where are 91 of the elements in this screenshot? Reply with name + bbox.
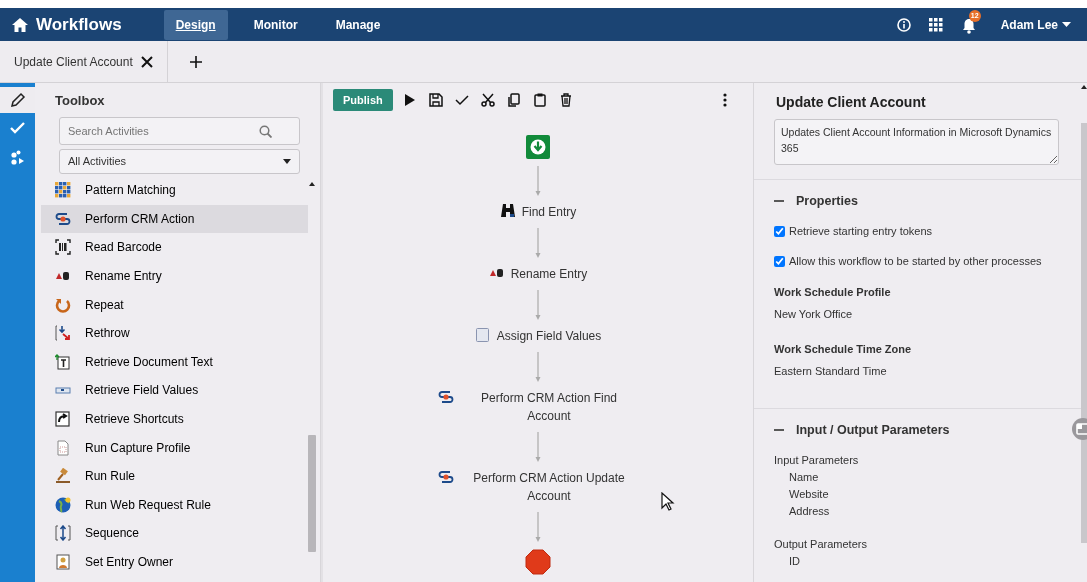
connector-arrow xyxy=(535,432,541,462)
activity-item[interactable]: Rethrow xyxy=(41,318,308,348)
activity-item[interactable]: Run Web Request Rule xyxy=(41,490,308,520)
group-label: Output Parameters xyxy=(774,536,868,552)
checkbox-label: Allow this workflow to be started by other processes xyxy=(789,254,1042,270)
document-text-icon xyxy=(55,353,71,370)
home-icon[interactable] xyxy=(12,17,28,32)
activity-item[interactable]: Repeat xyxy=(41,290,308,319)
activity-item[interactable]: Perform CRM Action xyxy=(41,204,308,234)
checkmark-icon[interactable] xyxy=(454,93,469,107)
gavel-icon xyxy=(55,468,71,485)
play-icon[interactable] xyxy=(402,93,417,107)
connector-arrow xyxy=(535,290,541,320)
checkbox-label: Retrieve starting entry tokens xyxy=(789,223,933,239)
pencil-icon[interactable] xyxy=(9,92,26,108)
parameter-name: ID xyxy=(788,553,801,569)
crm-action-icon xyxy=(55,210,71,227)
activity-item[interactable]: Run Rule xyxy=(41,461,308,491)
connector-arrow xyxy=(535,166,541,196)
activity-item[interactable]: Set Entry Owner xyxy=(41,547,308,577)
search-field[interactable]: Search Activities xyxy=(59,117,300,145)
more-icon[interactable] xyxy=(723,93,727,107)
activity-node[interactable]: Rename Entry xyxy=(510,265,588,283)
activity-node[interactable]: Find Entry xyxy=(521,203,577,221)
connector-arrow xyxy=(535,512,541,542)
field-form-icon xyxy=(474,327,491,343)
apps-grid-icon[interactable] xyxy=(928,17,943,32)
checkmark-icon[interactable] xyxy=(9,120,26,136)
search-icon[interactable] xyxy=(259,125,272,138)
activity-item[interactable]: Read Barcode xyxy=(41,233,308,262)
section-title: Input / Output Parameters xyxy=(796,421,950,439)
delete-icon[interactable] xyxy=(558,93,573,107)
panel-title: Toolbox xyxy=(54,92,106,110)
capture-profile-icon xyxy=(55,439,71,456)
activity-item[interactable]: Sequence xyxy=(41,519,308,548)
activity-item[interactable]: Pattern Matching xyxy=(41,176,308,205)
publish-button[interactable]: Publish xyxy=(333,88,393,112)
save-icon[interactable] xyxy=(428,93,443,107)
section-title: Properties xyxy=(796,193,858,210)
pointer-icon xyxy=(661,492,675,512)
checkbox[interactable] xyxy=(774,225,785,237)
parameter-name: Address xyxy=(788,503,831,519)
globe-icon xyxy=(55,496,71,513)
activity-item[interactable]: Retrieve Field Values xyxy=(41,376,308,405)
panel-title: Update Client Account xyxy=(775,93,927,112)
filter-dropdown[interactable]: All Activities xyxy=(59,149,300,174)
parameter-name: Name xyxy=(788,469,820,485)
checkbox[interactable] xyxy=(774,256,785,267)
add-tab-icon[interactable] xyxy=(189,55,202,68)
barcode-icon xyxy=(55,239,71,256)
activity-item[interactable]: Run Capture Profile xyxy=(41,433,308,462)
parameter-name: Website xyxy=(788,486,830,502)
copy-icon[interactable] xyxy=(506,93,521,107)
document-tab[interactable]: Update Client Account xyxy=(14,52,133,71)
app-title: Workflows xyxy=(36,13,122,36)
rethrow-icon xyxy=(55,325,71,342)
nav-tab[interactable]: Manage xyxy=(323,9,393,40)
caret-icon xyxy=(1062,22,1071,27)
activity-node[interactable]: Perform CRM Action Find Account xyxy=(460,389,638,425)
field-value: New York Office xyxy=(774,307,854,323)
close-icon[interactable] xyxy=(140,55,153,68)
stop-icon[interactable] xyxy=(525,549,551,575)
connector-arrow xyxy=(535,352,541,382)
paste-icon[interactable] xyxy=(532,93,547,107)
caret-icon xyxy=(283,159,291,164)
group-label: Input Parameters xyxy=(774,452,860,468)
activity-item[interactable]: Retrieve Document Text xyxy=(41,347,308,377)
start-icon[interactable] xyxy=(526,135,550,159)
nav-tab[interactable]: Monitor xyxy=(241,9,310,40)
field-label: Work Schedule Time Zone xyxy=(774,341,913,357)
user-menu[interactable]: Adam Lee xyxy=(994,14,1077,35)
info-icon[interactable] xyxy=(896,17,911,32)
scrollbar[interactable] xyxy=(1081,83,1087,543)
crm-action-icon xyxy=(438,389,454,405)
owner-icon xyxy=(55,554,71,570)
nav-tab[interactable]: Design xyxy=(163,9,228,40)
description-field[interactable]: Updates Client Account Information in Microsoft Dynamics 365 xyxy=(774,119,1059,165)
bell-icon[interactable] xyxy=(960,16,977,35)
grid-icon xyxy=(55,182,71,199)
repeat-icon xyxy=(55,296,71,313)
connector-arrow xyxy=(535,228,541,258)
activity-item[interactable]: Retrieve Shortcuts xyxy=(41,404,308,434)
activity-item[interactable]: Rename Entry xyxy=(41,261,308,291)
field-label: Work Schedule Profile xyxy=(774,284,892,300)
cut-icon[interactable] xyxy=(480,93,495,107)
crm-action-icon xyxy=(438,469,454,485)
activity-node[interactable]: Perform CRM Action Update Account xyxy=(460,469,638,505)
activity-node[interactable]: Assign Field Values xyxy=(496,327,602,345)
shortcut-icon xyxy=(55,411,71,428)
field-value: Eastern Standard Time xyxy=(774,364,888,380)
sequence-icon xyxy=(55,525,71,542)
